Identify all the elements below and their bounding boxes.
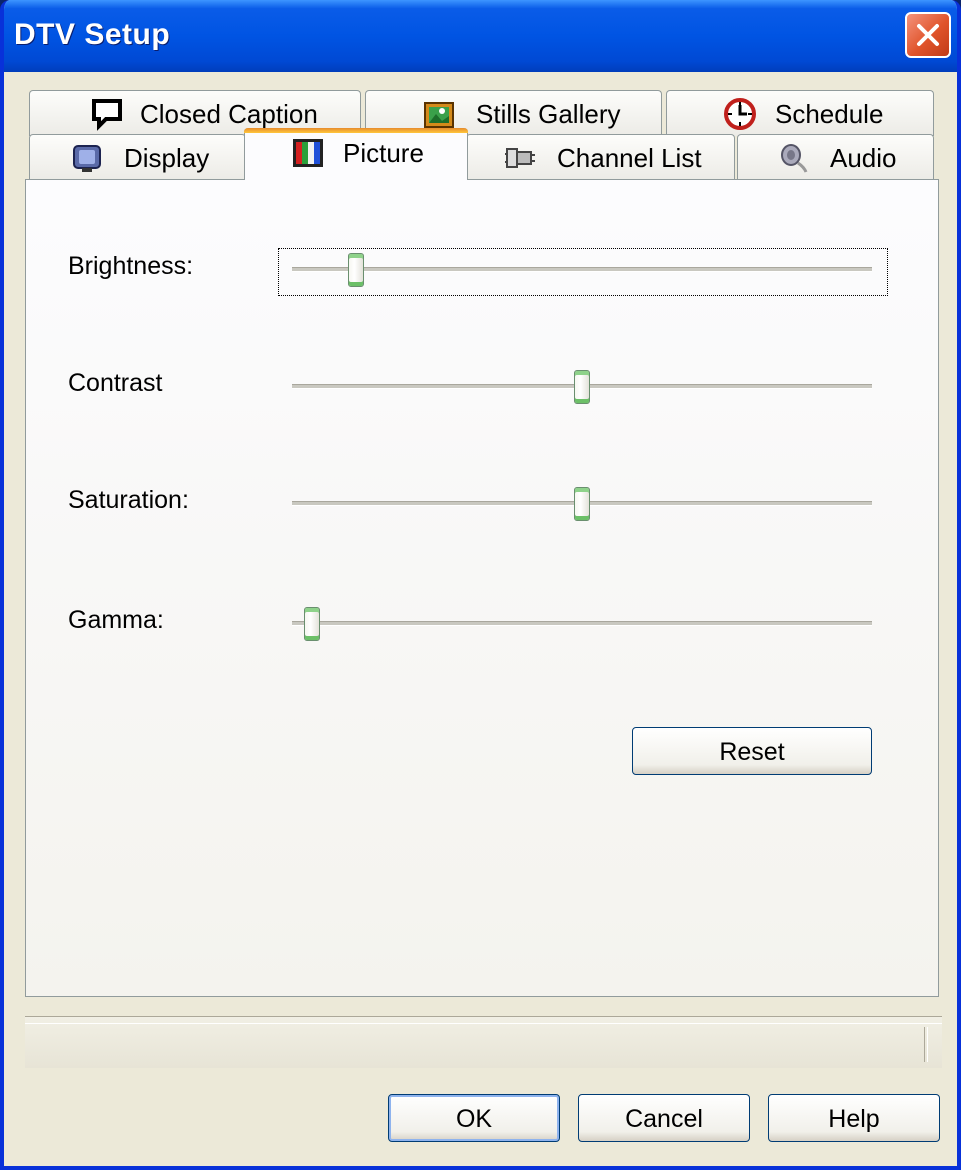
tab-picture[interactable]: Picture	[244, 128, 468, 180]
gallery-icon	[424, 102, 454, 128]
picture-tab-panel: Brightness: Contrast Saturation: Gamma: …	[25, 179, 939, 997]
audio-icon	[781, 144, 808, 173]
tab-label: Stills Gallery	[476, 99, 621, 129]
display-icon	[73, 145, 101, 172]
channel-list-icon	[505, 148, 535, 168]
contrast-label: Contrast	[68, 369, 163, 397]
tab-label: Channel List	[557, 143, 702, 173]
slider-thumb[interactable]	[574, 487, 590, 521]
tab-audio[interactable]: Audio	[737, 134, 934, 180]
picture-icon	[293, 139, 323, 167]
slider-thumb[interactable]	[574, 370, 590, 404]
ok-button[interactable]: OK	[388, 1094, 560, 1142]
slider-track	[292, 267, 872, 272]
status-bar	[25, 1016, 942, 1068]
tab-label: Audio	[830, 143, 897, 173]
status-bar-inner	[25, 1023, 942, 1068]
slider-thumb[interactable]	[303, 607, 320, 641]
window-title: DTV Setup	[14, 18, 171, 51]
close-button[interactable]	[905, 12, 951, 58]
tab-display[interactable]: Display	[29, 134, 246, 180]
title-bar[interactable]: DTV Setup	[4, 0, 957, 72]
help-button[interactable]: Help	[768, 1094, 940, 1142]
slider-thumb[interactable]	[347, 253, 364, 287]
tab-label: Schedule	[775, 99, 884, 129]
tab-label: Display	[124, 143, 210, 173]
contrast-slider[interactable]	[292, 364, 872, 408]
saturation-slider[interactable]	[292, 481, 872, 525]
tab-label: Picture	[343, 138, 424, 168]
reset-button[interactable]: Reset	[632, 727, 872, 775]
tab-label: Closed Caption	[140, 99, 318, 129]
status-separator	[924, 1027, 928, 1062]
slider-track	[292, 621, 872, 626]
close-icon	[917, 24, 939, 46]
saturation-label: Saturation:	[68, 486, 189, 514]
tab-channel-list[interactable]: Channel List	[466, 134, 735, 180]
cancel-button[interactable]: Cancel	[578, 1094, 750, 1142]
brightness-slider[interactable]	[292, 247, 872, 291]
tab-schedule[interactable]: Schedule	[666, 90, 934, 136]
brightness-label: Brightness:	[68, 252, 194, 280]
dtv-setup-window: DTV Setup Closed Caption Stills Gallery …	[0, 0, 961, 1170]
caption-icon	[92, 99, 122, 131]
gamma-label: Gamma:	[68, 606, 164, 634]
schedule-icon	[724, 98, 756, 130]
gamma-slider[interactable]	[292, 601, 872, 645]
